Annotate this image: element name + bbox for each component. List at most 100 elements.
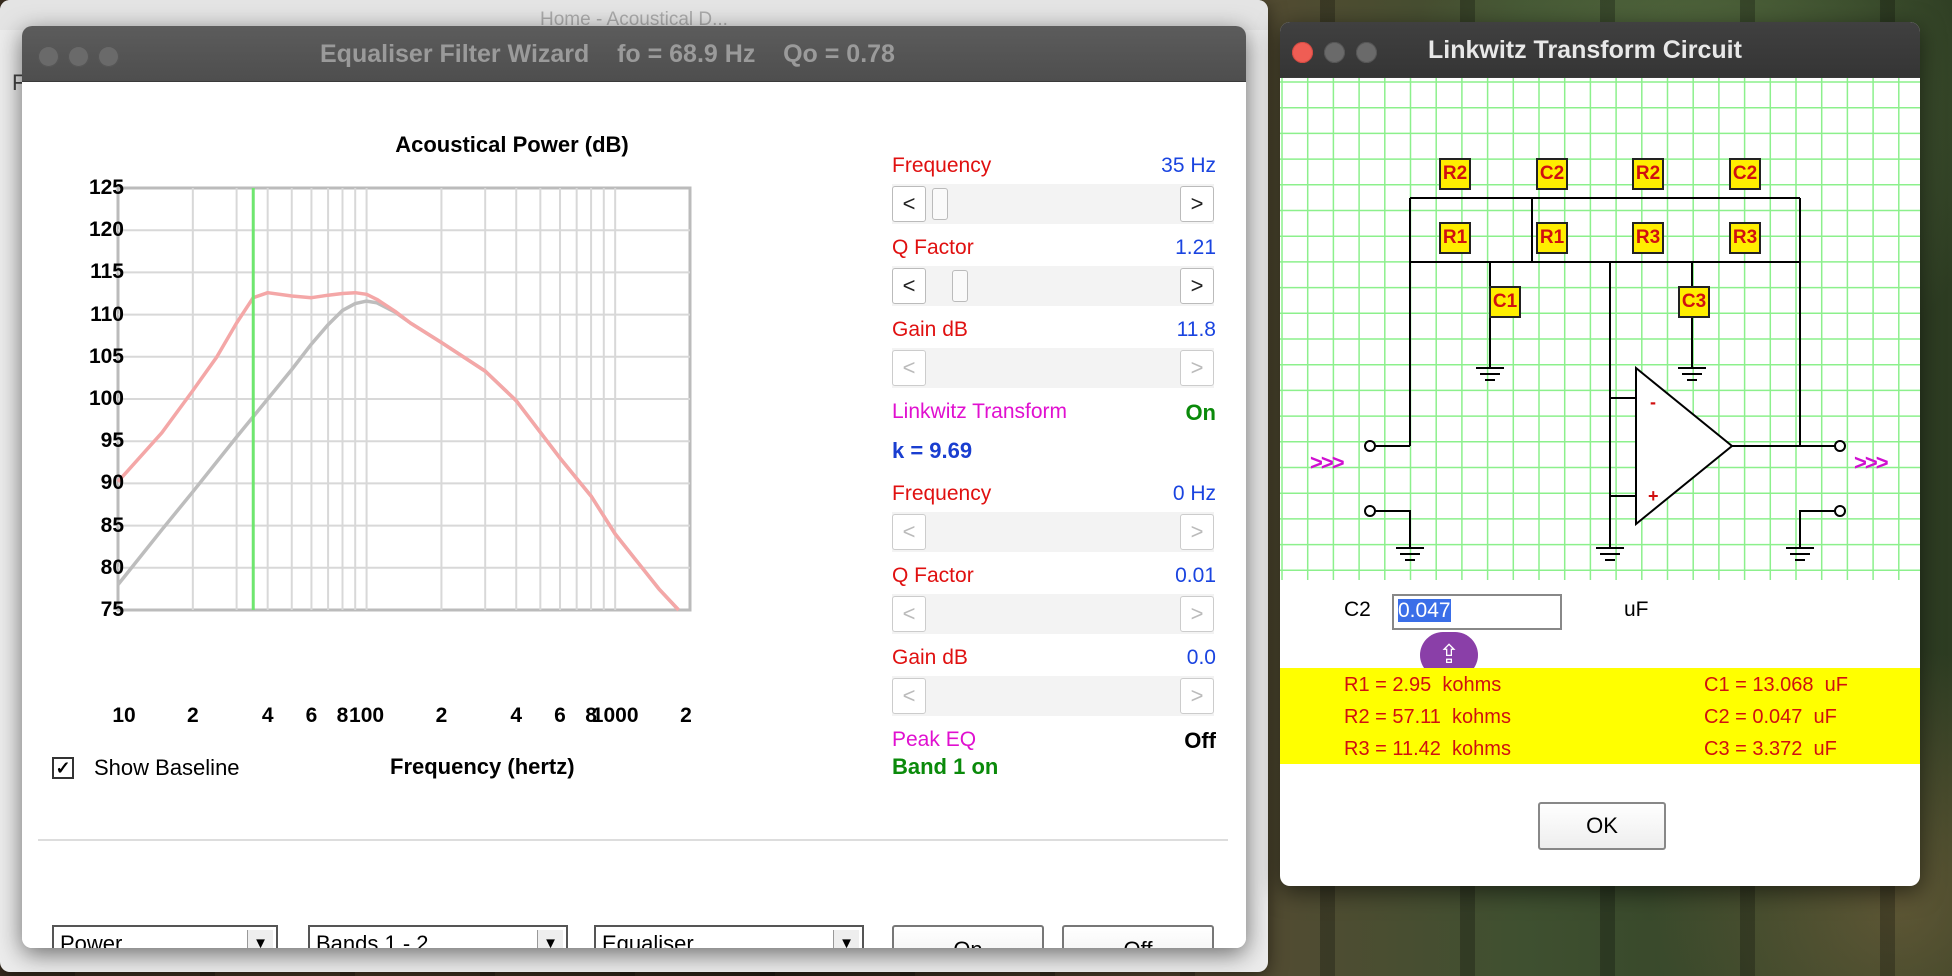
linkwitz-transform-label: Linkwitz Transform [892, 400, 1068, 423]
y-tick-label: 95 [100, 429, 124, 453]
scroll-right-arrow[interactable]: > [1180, 514, 1214, 550]
equaliser-titlebar[interactable]: Equaliser Filter Wizard fo = 68.9 Hz Qo … [22, 26, 1246, 82]
opamp-minus: - [1650, 392, 1656, 412]
show-baseline-checkbox[interactable]: ✓ [52, 757, 74, 779]
scroll-left-arrow[interactable]: < [892, 350, 926, 386]
zoom-button[interactable] [98, 46, 119, 67]
response-chart [116, 186, 692, 612]
equaliser-window: Equaliser Filter Wizard fo = 68.9 Hz Qo … [22, 26, 1246, 948]
y-tick-label: 125 [88, 176, 124, 199]
scroll-left-arrow[interactable]: < [892, 514, 926, 550]
component-c3[interactable]: C3 [1678, 286, 1710, 318]
band1-frequency-label: Frequency [892, 154, 992, 177]
opamp-plus: + [1648, 486, 1659, 506]
field-unit: uF [1624, 598, 1649, 621]
x-tick-label: 4 [510, 704, 523, 727]
close-button[interactable] [38, 46, 59, 67]
band2-frequency-value: 0 Hz [1172, 482, 1216, 505]
peak-eq-label: Peak EQ [892, 728, 977, 751]
equaliser-client: Acoustical Power (dB) 125 120 115 110 105 100… [22, 82, 1246, 948]
show-baseline-label[interactable]: Show Baseline [94, 755, 240, 781]
linkwitz-transform-state: On [1185, 400, 1216, 425]
slider-thumb[interactable] [932, 188, 948, 220]
scroll-right-arrow[interactable]: > [1180, 186, 1214, 222]
scroll-left-arrow[interactable]: < [892, 268, 926, 304]
band1-gain-slider[interactable]: < > [892, 348, 1214, 388]
on-button[interactable]: On [892, 925, 1044, 948]
y-tick-label: 80 [100, 555, 124, 579]
scroll-right-arrow[interactable]: > [1180, 678, 1214, 714]
off-button[interactable]: Off [1062, 925, 1214, 948]
scroll-right-arrow[interactable]: > [1180, 596, 1214, 632]
band2-gain-slider[interactable]: < > [892, 676, 1214, 716]
chevron-down-icon[interactable]: ▼ [247, 930, 273, 948]
x-tick-label: 6 [305, 704, 318, 727]
circuit-diagram: - + [1280, 78, 1920, 580]
component-r3[interactable]: R3 [1632, 222, 1664, 254]
band2-q-value: 0.01 [1175, 564, 1216, 587]
field-label: C2 [1344, 598, 1371, 621]
minimize-button[interactable] [1324, 42, 1345, 63]
result-c3: C3 = 3.372 uF [1704, 738, 1837, 760]
y-tick-label: 100 [88, 387, 124, 410]
scroll-left-arrow[interactable]: < [892, 678, 926, 714]
band1-q-label: Q Factor [892, 236, 974, 259]
close-button[interactable] [1292, 42, 1313, 63]
scroll-right-arrow[interactable]: > [1180, 350, 1214, 386]
linkwitz-titlebar[interactable]: Linkwitz Transform Circuit [1280, 22, 1920, 78]
scroll-left-arrow[interactable]: < [892, 186, 926, 222]
result-c2: C2 = 0.047 uF [1704, 706, 1837, 728]
chevron-down-icon[interactable]: ▼ [833, 930, 859, 948]
ok-button[interactable]: OK [1538, 802, 1666, 850]
y-tick-label: 120 [88, 218, 124, 242]
result-r2: R2 = 57.11 kohms [1344, 706, 1511, 728]
x-tick-label: 2 [435, 704, 448, 727]
x-tick-label: 4 [261, 704, 274, 727]
input-chevrons: >>> [1310, 450, 1345, 475]
zoom-button[interactable] [1356, 42, 1377, 63]
band1-q-value: 1.21 [1175, 236, 1216, 259]
component-c2[interactable]: C2 [1536, 158, 1568, 190]
type-select[interactable]: Equaliser ▼ [594, 925, 864, 948]
y-tick-label: 105 [88, 344, 124, 368]
component-c2[interactable]: C2 [1729, 158, 1761, 190]
result-c1: C1 = 13.068 uF [1704, 674, 1848, 696]
bands-select-value: Bands 1 - 2 [316, 931, 429, 948]
grid [1280, 78, 1920, 580]
band1-frequency-slider[interactable]: < > [892, 184, 1214, 224]
bands-select[interactable]: Bands 1 - 2 ▼ [308, 925, 568, 948]
slider-thumb[interactable] [952, 270, 968, 302]
scroll-right-arrow[interactable]: > [1180, 268, 1214, 304]
x-tick-label: 8 [336, 704, 349, 727]
component-r2[interactable]: R2 [1439, 158, 1471, 190]
band2-frequency-slider[interactable]: < > [892, 512, 1214, 552]
chevron-down-icon[interactable]: ▼ [537, 930, 563, 948]
scroll-left-arrow[interactable]: < [892, 596, 926, 632]
x-tick-label: 2 [186, 704, 199, 727]
peak-eq-state: Off [1184, 728, 1216, 753]
result-r3: R3 = 11.42 kohms [1344, 738, 1511, 760]
minimize-button[interactable] [68, 46, 89, 67]
band-status: Band 1 on [892, 754, 999, 779]
x-tick-label: 1000 [591, 704, 639, 727]
component-r1[interactable]: R1 [1439, 222, 1471, 254]
component-r2[interactable]: R2 [1632, 158, 1664, 190]
band2-q-slider[interactable]: < > [892, 594, 1214, 634]
component-c1[interactable]: C1 [1489, 286, 1521, 318]
y-tick-label: 115 [90, 260, 124, 284]
mode-select[interactable]: Power ▼ [52, 925, 278, 948]
component-r3[interactable]: R3 [1729, 222, 1761, 254]
x-axis-label: Frequency (hertz) [390, 754, 575, 779]
x-tick-label: 6 [554, 704, 566, 727]
component-r1[interactable]: R1 [1536, 222, 1568, 254]
x-tick-label: 100 [349, 704, 385, 727]
band1-frequency-value: 35 Hz [1161, 154, 1216, 177]
x-tick-label: 10 [112, 704, 136, 727]
y-tick-label: 90 [100, 471, 124, 495]
x-tick-label: 2 [680, 704, 692, 727]
linkwitz-window: Linkwitz Transform Circuit - + R2 C2 R2 … [1280, 22, 1920, 886]
separator [38, 839, 1228, 841]
band2-q-label: Q Factor [892, 564, 974, 587]
component-value-input[interactable]: 0.047 [1392, 594, 1562, 630]
band1-q-slider[interactable]: < > [892, 266, 1214, 306]
